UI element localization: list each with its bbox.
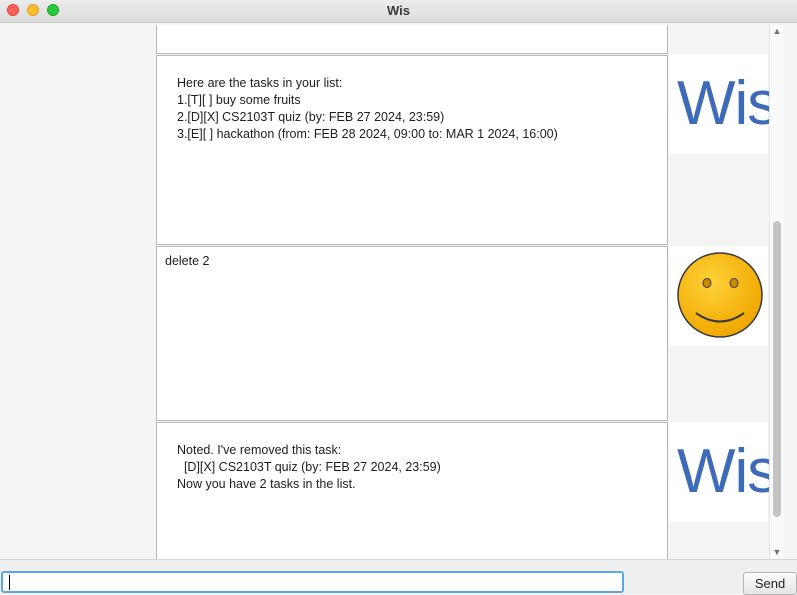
title-bar: Wis: [0, 0, 797, 23]
vertical-scrollbar[interactable]: ▲ ▼: [769, 25, 784, 559]
message-line: Now you have 2 tasks in the list.: [177, 477, 356, 491]
user-avatar: [669, 246, 768, 346]
user-message-text: delete 2: [165, 254, 210, 268]
send-button[interactable]: Send: [743, 572, 797, 595]
wis-logo-icon: Wis: [677, 437, 778, 506]
divider-line: ________________________________________…: [177, 64, 535, 74]
bot-avatar: Wis: [669, 422, 778, 522]
scroll-up-icon[interactable]: ▲: [770, 25, 784, 37]
user-input-field[interactable]: [1, 571, 624, 593]
wis-logo-icon: Wis: [677, 69, 778, 138]
message-line: 2.[D][X] CS2103T quiz (by: FEB 27 2024, …: [177, 110, 445, 124]
scroll-down-icon[interactable]: ▼: [770, 546, 784, 558]
bot-message-bubble: ________________________________________…: [156, 422, 668, 559]
scrollbar-thumb[interactable]: [773, 221, 781, 517]
dialog-scroll-pane[interactable]: ________________________________________…: [0, 25, 783, 559]
input-bar: Send: [0, 559, 797, 595]
divider-line: ________________________________________…: [177, 431, 535, 441]
message-line: 1.[T][ ] buy some fruits: [177, 93, 301, 107]
message-line: [D][X] CS2103T quiz (by: FEB 27 2024, 23…: [177, 460, 441, 474]
divider-line: ________________________________________…: [177, 493, 535, 503]
bot-message-bubble: ________________________________________…: [156, 55, 668, 245]
message-line: Noted. I've removed this task:: [177, 443, 342, 457]
message-line: Here are the tasks in your list:: [177, 76, 343, 90]
window-title: Wis: [387, 3, 410, 18]
text-caret: [9, 575, 10, 590]
user-message-bubble: delete 2: [156, 246, 668, 421]
divider-line: ________________________________________…: [177, 143, 535, 153]
smiley-face-icon: [677, 252, 763, 338]
message-line: 3.[E][ ] hackathon (from: FEB 28 2024, 0…: [177, 127, 558, 141]
bot-avatar: Wis: [669, 54, 778, 154]
bot-message-bubble: [156, 25, 668, 54]
